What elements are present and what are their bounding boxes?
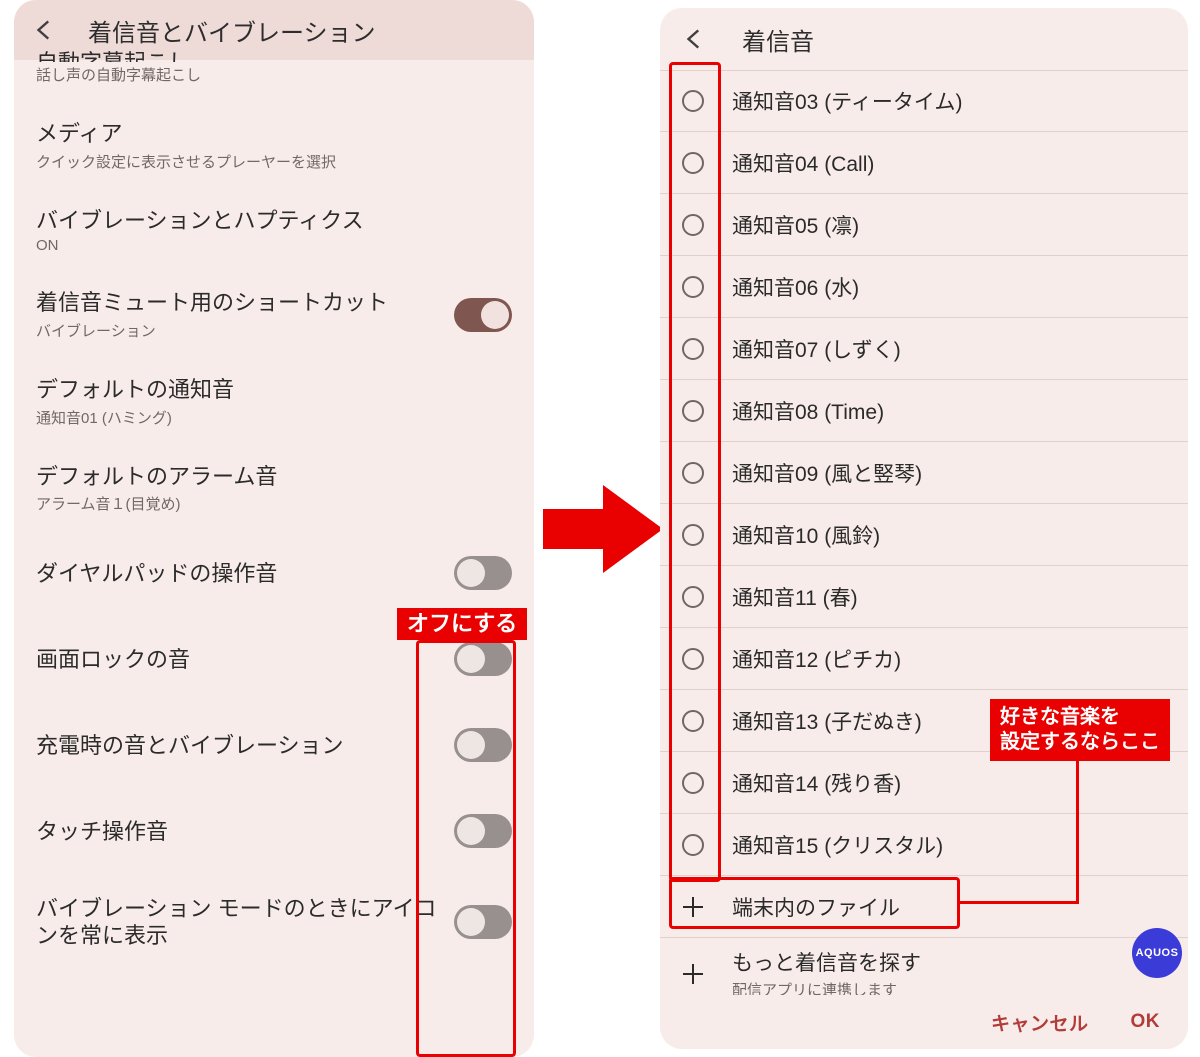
ringtone-row[interactable]: 通知音06 (水) (660, 256, 1188, 318)
annotation-radio-box (669, 62, 721, 882)
ringtone-label: 通知音13 (子だぬき) (732, 706, 922, 736)
ringtone-row[interactable]: 通知音09 (風と竪琴) (660, 442, 1188, 504)
right-page-title: 着信音 (742, 22, 814, 57)
ringtone-label: 通知音10 (風鈴) (732, 520, 880, 550)
ringtone-row[interactable]: 通知音11 (春) (660, 566, 1188, 628)
ringtone-label: 通知音11 (春) (732, 582, 858, 612)
left-page-title: 着信音とバイブレーション (88, 13, 376, 48)
ringtone-row[interactable]: 通知音12 (ピチカ) (660, 628, 1188, 690)
ringtone-label: 通知音07 (しずく) (732, 334, 901, 364)
setting-vibration-haptics[interactable]: バイブレーションとハプティクス ON (14, 188, 534, 271)
ringtone-row[interactable]: 通知音05 (凛) (660, 194, 1188, 256)
ringtone-row[interactable]: 通知音08 (Time) (660, 380, 1188, 442)
cancel-button[interactable]: キャンセル (991, 1009, 1089, 1036)
ringtone-row[interactable]: 通知音07 (しずく) (660, 318, 1188, 380)
ringtone-row[interactable]: 通知音10 (風鈴) (660, 504, 1188, 566)
annotation-music-label: 好きな音楽を 設定するならここ (990, 699, 1170, 761)
annotation-off-label: オフにする (397, 608, 527, 640)
aquos-badge-icon: AQUOS (1132, 928, 1182, 978)
back-arrow-icon[interactable] (682, 26, 708, 52)
ringtone-row[interactable]: 通知音15 (クリスタル) (660, 814, 1188, 876)
setting-mute-shortcut[interactable]: 着信音ミュート用のショートカット バイブレーション (14, 270, 534, 357)
dialpad-toggle[interactable] (454, 556, 512, 590)
ringtone-label: 通知音15 (クリスタル) (732, 830, 943, 860)
setting-media[interactable]: メディア クイック設定に表示させるプレーヤーを選択 (14, 101, 534, 188)
plus-icon (682, 963, 704, 985)
setting-default-alarm[interactable]: デフォルトのアラーム音 アラーム音１(目覚め) (14, 444, 534, 531)
ringtone-label: 通知音03 (ティータイム) (732, 86, 963, 116)
setting-sub: 話し声の自動字幕起こし (36, 64, 512, 85)
ringtone-label: 通知音06 (水) (732, 272, 859, 302)
mute-shortcut-toggle[interactable] (454, 298, 512, 332)
ok-button[interactable]: OK (1131, 1011, 1161, 1033)
setting-default-notification[interactable]: デフォルトの通知音 通知音01 (ハミング) (14, 357, 534, 444)
toggle-dialpad[interactable]: ダイヤルパッドの操作音 (36, 530, 512, 616)
ringtone-label: 通知音05 (凛) (732, 210, 859, 240)
ringtone-label: 通知音08 (Time) (732, 396, 884, 426)
ringtone-row[interactable]: 通知音04 (Call) (660, 132, 1188, 194)
right-app-bar: 着信音 (660, 8, 1188, 70)
annotation-connector-h (960, 901, 1079, 904)
transition-arrow-icon (543, 479, 663, 579)
annotation-connector (1076, 758, 1079, 904)
back-arrow-icon[interactable] (32, 17, 58, 43)
annotation-addfile-box (669, 877, 960, 929)
annotation-off-box (416, 640, 516, 1057)
ringtone-row[interactable]: 通知音14 (残り香) (660, 752, 1188, 814)
ringtone-label: 通知音04 (Call) (732, 148, 874, 178)
setting-auto-captions[interactable]: 自動字幕起こし 話し声の自動字幕起こし (14, 60, 534, 101)
ringtone-label: 通知音12 (ピチカ) (732, 644, 901, 674)
ringtone-label: 通知音14 (残り香) (732, 768, 901, 798)
ringtone-row[interactable]: 通知音03 (ティータイム) (660, 70, 1188, 132)
dialog-footer: キャンセル OK (660, 995, 1188, 1049)
ringtone-label: 通知音09 (風と竪琴) (732, 458, 922, 488)
